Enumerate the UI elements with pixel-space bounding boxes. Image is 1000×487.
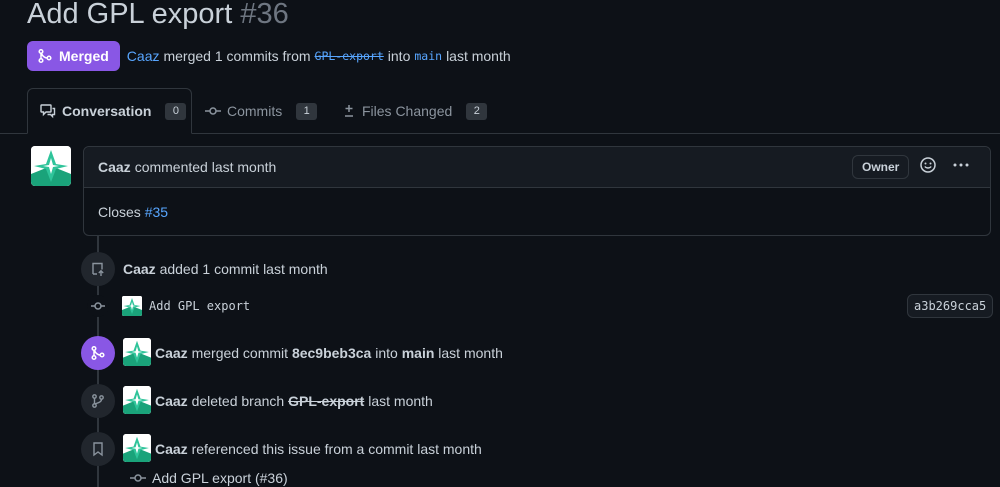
avatar-logo: [122, 296, 142, 316]
tab-bar: Conversation 0 Commits 1 Files Changed 2: [0, 88, 1000, 134]
event-deleted: Caaz deleted branch GPL-export last mont…: [155, 393, 433, 409]
merge-icon: [38, 48, 52, 64]
merged-when: last month: [446, 48, 511, 64]
bookmark-icon: [93, 442, 103, 457]
pr-number: #36: [240, 0, 289, 30]
comment-card: Caaz commented last month Owner Closes #…: [83, 146, 991, 236]
file-diff-icon: [345, 105, 353, 117]
tab-files-label: Files Changed: [362, 103, 453, 119]
avatar[interactable]: [123, 434, 151, 462]
avatar-logo: [31, 146, 71, 186]
source-branch[interactable]: GPL-export: [315, 49, 384, 63]
git-commit-icon: [205, 107, 221, 115]
tab-files-count: 2: [466, 102, 488, 120]
timeline-node-deleted: [81, 384, 115, 418]
tab-commits-count: 1: [296, 102, 318, 120]
into-text: into: [387, 48, 411, 64]
event-deleted-when: last month: [368, 393, 433, 409]
event-merged-when: last month: [438, 345, 503, 361]
tab-commits-label: Commits: [227, 103, 283, 119]
merged-text: merged 1 commits from: [163, 48, 311, 64]
avatar-logo: [123, 338, 151, 366]
timeline-node-merged: [81, 336, 115, 370]
event-referenced-text: referenced this issue from a commit last…: [191, 441, 482, 457]
comment-action: commented last month: [134, 159, 277, 175]
smiley-icon[interactable]: [919, 156, 937, 174]
timeline-node-referenced: [81, 432, 115, 466]
event-merged-pre: merged commit: [191, 345, 289, 361]
referenced-commit[interactable]: Add GPL export (#36): [130, 470, 288, 486]
avatar[interactable]: [123, 338, 151, 366]
event-referenced-author[interactable]: Caaz: [155, 441, 188, 457]
tab-conversation-label: Conversation: [62, 103, 152, 119]
issue-link[interactable]: #35: [145, 204, 168, 220]
avatar[interactable]: [123, 386, 151, 414]
event-added-text: added 1 commit last month: [159, 261, 328, 277]
repo-push-icon: [92, 262, 104, 276]
comment-header: Caaz commented last month Owner: [84, 147, 990, 188]
event-merged-branch[interactable]: main: [402, 345, 435, 361]
timeline-node-push: [81, 252, 115, 286]
commit-sha[interactable]: a3b269cca5: [907, 294, 994, 318]
commit-message[interactable]: Add GPL export: [149, 299, 250, 313]
kebab-horizontal-icon[interactable]: [952, 156, 970, 174]
git-commit-icon: [91, 302, 105, 310]
avatar-logo: [123, 434, 151, 462]
git-merge-icon: [91, 345, 105, 361]
event-added-commit: Caaz added 1 commit last month: [123, 261, 328, 277]
tab-conversation-count: 0: [165, 102, 187, 120]
tab-files-changed[interactable]: Files Changed 2: [342, 88, 488, 134]
event-merged-author[interactable]: Caaz: [155, 345, 188, 361]
event-merged: Caaz merged commit 8ec9beb3ca into main …: [155, 345, 503, 361]
event-referenced: Caaz referenced this issue from a commit…: [155, 441, 482, 457]
git-branch-icon: [92, 394, 104, 408]
event-added-author[interactable]: Caaz: [123, 261, 156, 277]
event-merged-into: into: [375, 345, 398, 361]
status-badge: Merged: [27, 41, 120, 71]
event-deleted-author[interactable]: Caaz: [155, 393, 188, 409]
event-deleted-pre: deleted branch: [191, 393, 285, 409]
status-label: Merged: [59, 48, 109, 64]
event-merged-sha[interactable]: 8ec9beb3ca: [292, 345, 371, 361]
comment-author[interactable]: Caaz: [98, 159, 131, 175]
tab-commits[interactable]: Commits 1: [205, 88, 318, 134]
pr-meta: Merged Caaz merged 1 commits from GPL-ex…: [27, 41, 515, 71]
tab-conversation[interactable]: Conversation 0: [27, 88, 192, 134]
comment-body: Closes #35: [84, 188, 990, 236]
pr-title-text: Add GPL export: [27, 0, 233, 30]
target-branch[interactable]: main: [414, 49, 442, 63]
owner-badge: Owner: [852, 155, 910, 179]
git-commit-icon: [130, 474, 146, 482]
referenced-commit-message: Add GPL export (#36): [152, 470, 288, 486]
timeline-node-commit: [87, 295, 109, 317]
avatar-logo: [123, 386, 151, 414]
avatar[interactable]: [122, 296, 142, 316]
author-link[interactable]: Caaz: [127, 48, 160, 64]
avatar[interactable]: [31, 146, 71, 186]
comment-body-text: Closes: [98, 204, 141, 220]
event-deleted-branch: GPL-export: [288, 393, 365, 409]
comment-discussion-icon: [40, 104, 56, 119]
pr-title: Add GPL export #36: [27, 0, 289, 31]
